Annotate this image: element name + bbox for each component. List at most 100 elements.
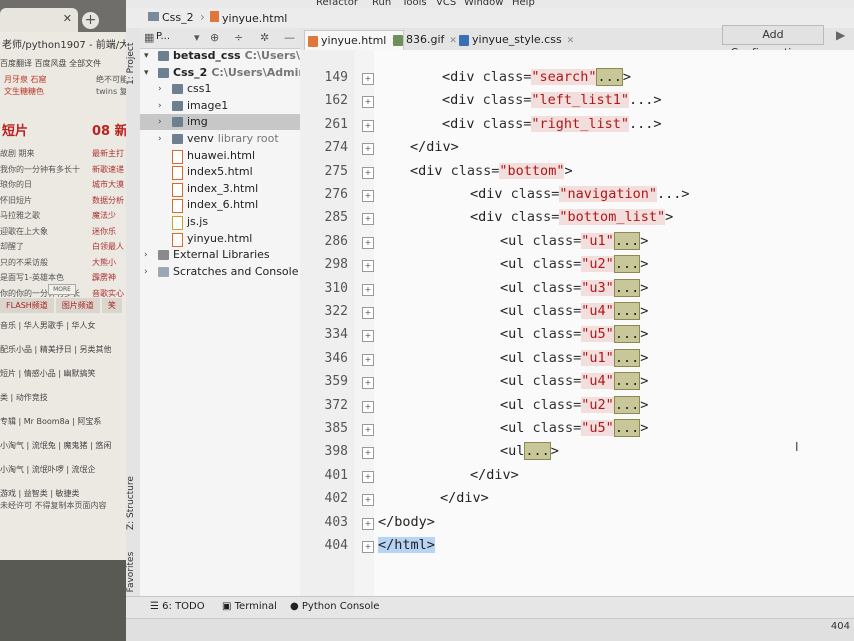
fold-toggle-icon[interactable]: +	[362, 517, 374, 530]
browser-list-item[interactable]: 怀旧短片 数据分析	[0, 195, 140, 211]
code-line[interactable]: <ul class="u1"...>	[500, 231, 648, 250]
browser-list-item-left[interactable]: 却醒了	[0, 242, 24, 251]
locate-file-icon[interactable]: ⊕	[210, 31, 219, 44]
browser-list-item-right[interactable]: 音歌实心	[92, 288, 124, 299]
browser-list-item-left[interactable]: 是面写1-英雄本色	[0, 273, 64, 282]
browser-list-item-left[interactable]: 故剧 期来	[0, 149, 35, 158]
close-tab-icon[interactable]: ✕	[63, 12, 72, 25]
chevron-down-icon[interactable]: ▾	[144, 65, 149, 81]
channel-tab[interactable]: FLASH频道	[0, 298, 54, 313]
menu-tools[interactable]: Tools	[402, 0, 427, 8]
breadcrumb-file[interactable]: yinyue.html	[210, 11, 287, 25]
settings-dropdown-icon[interactable]: ▾	[194, 31, 200, 44]
code-line[interactable]: <ul class="u1"...>	[500, 348, 648, 367]
code-line[interactable]: <ul class="u5"...>	[500, 325, 648, 344]
code-line[interactable]: <ul class="u2"...>	[500, 255, 648, 274]
browser-list-item[interactable]: 迎歌在上大象 迷你乐	[0, 226, 140, 242]
gear-icon[interactable]: ✲	[260, 31, 269, 44]
browser-list-item[interactable]: 故剧 期来 最新主打	[0, 148, 140, 164]
tree-item-betasd-css[interactable]: ▾ betasd_css C:\Users\	[140, 48, 300, 64]
menu-help[interactable]: Help	[512, 0, 535, 8]
browser-list-item-left[interactable]: 我你的一分钟有多长十	[0, 165, 80, 174]
code-line[interactable]: <ul class="u4"...>	[500, 302, 648, 320]
tree-item-index-6-html[interactable]: index_6.html	[140, 197, 300, 214]
code-line[interactable]: <ul...>	[500, 442, 559, 461]
tree-item-index5-html[interactable]: index5.html	[140, 164, 300, 181]
tree-item-image1[interactable]: › image1	[140, 98, 300, 114]
menu-run[interactable]: Run	[372, 0, 391, 8]
browser-category-row[interactable]: 短片 | 情感小品 | 幽默搞笑	[0, 368, 140, 379]
tree-item-venv[interactable]: › venv library root	[140, 131, 300, 147]
fold-toggle-icon[interactable]: +	[362, 73, 374, 85]
fold-toggle-icon[interactable]: +	[362, 353, 374, 366]
code-line[interactable]: </div>	[440, 490, 489, 506]
chevron-right-icon[interactable]: ›	[144, 247, 148, 263]
code-line[interactable]: <ul class="u3"...>	[500, 278, 648, 297]
browser-list-item-right[interactable]: 数据分析	[92, 195, 124, 206]
code-line[interactable]: <ul class="u4"...>	[500, 372, 648, 391]
fold-toggle-icon[interactable]: +	[362, 283, 374, 296]
folded-code-placeholder[interactable]: ...	[613, 419, 641, 437]
browser-list-item-left[interactable]: 马拉雅之歌	[0, 211, 40, 220]
chevron-right-icon[interactable]: ›	[158, 114, 162, 130]
code-line[interactable]: </html>	[378, 537, 435, 553]
folded-code-placeholder[interactable]: ...	[613, 302, 641, 320]
run-icon[interactable]: ▶	[836, 28, 845, 42]
fold-toggle-icon[interactable]: +	[362, 400, 374, 413]
browser-list-item-right[interactable]: 魔法少	[92, 210, 116, 221]
fold-toggle-icon[interactable]: +	[362, 143, 374, 156]
fold-toggle-icon[interactable]: +	[362, 119, 374, 132]
folded-code-placeholder[interactable]: ...	[524, 442, 551, 461]
todo-tool-button[interactable]: ☰ 6: TODO	[150, 601, 205, 612]
fold-toggle-icon[interactable]: +	[362, 236, 374, 249]
browser-category-row[interactable]: 游戏 | 益智类 | 敏捷类	[0, 488, 140, 499]
code-line[interactable]: <div class="navigation"...>	[470, 186, 689, 202]
tree-item-scratches-and-console[interactable]: › Scratches and Console	[140, 264, 300, 280]
fold-toggle-icon[interactable]: +	[362, 166, 374, 179]
browser-tab[interactable]: ✕	[0, 8, 78, 32]
browser-list-item-left[interactable]: 怀旧短片	[0, 196, 32, 205]
hide-panel-icon[interactable]: —	[284, 31, 295, 44]
fold-toggle-icon[interactable]: +	[362, 377, 374, 390]
editor-tab-yinyue-html[interactable]: yinyue.html✕	[304, 30, 404, 51]
browser-category-row[interactable]: 专辑 | Mr Boom8a | 阿宝系	[0, 416, 140, 427]
menu-refactor[interactable]: Refactor	[316, 0, 358, 8]
browser-list-item[interactable]: 我你的一分钟有多长十 新歌速递	[0, 164, 140, 180]
browser-address-bar[interactable]: 老师/python1907 - 前端/大作业	[0, 36, 140, 56]
add-configuration-button[interactable]: Add Configuration...	[722, 25, 824, 59]
browser-list-item-right[interactable]: 迷你乐	[92, 226, 116, 237]
editor-tab-yinyue-style-css[interactable]: yinyue_style.css ✕	[456, 30, 578, 50]
fold-toggle-icon[interactable]: +	[362, 307, 374, 319]
browser-category-row[interactable]: 小淘气 | 流氓卟啰 | 流氓企	[0, 464, 140, 475]
new-tab-icon[interactable]: +	[82, 12, 99, 29]
chevron-down-icon[interactable]: ▾	[144, 48, 149, 64]
chevron-right-icon[interactable]: ›	[158, 81, 162, 97]
code-line[interactable]: </body>	[378, 514, 435, 530]
fold-toggle-icon[interactable]: +	[362, 96, 374, 109]
channel-tab[interactable]: 图片频道	[55, 298, 100, 313]
code-line[interactable]: </div>	[470, 467, 519, 483]
chevron-right-icon[interactable]: ›	[144, 264, 148, 280]
code-line[interactable]: <div class="search"...>	[442, 68, 631, 86]
side-link-3[interactable]: 绝不可能	[96, 74, 128, 85]
folded-code-placeholder[interactable]: ...	[613, 325, 641, 344]
code-line[interactable]: <div class="bottom_list">	[470, 209, 673, 226]
tree-item-img[interactable]: › img	[140, 114, 300, 131]
browser-list-item[interactable]: 马拉雅之歌 魔法少	[0, 210, 140, 226]
folded-code-placeholder[interactable]: ...	[613, 255, 641, 274]
collapse-icon[interactable]: ÷	[234, 31, 243, 44]
tree-item-css1[interactable]: › css1	[140, 81, 300, 97]
terminal-tool-button[interactable]: ▣ Terminal	[222, 601, 277, 612]
browser-list-item-right[interactable]: 霹雳神	[92, 272, 116, 283]
tree-item-external-libraries[interactable]: › External Libraries	[140, 247, 300, 263]
more-button[interactable]: MORE	[48, 284, 76, 295]
menu-vcs[interactable]: VCS	[436, 0, 456, 8]
breadcrumb-project[interactable]: Css_2	[148, 11, 194, 24]
folded-code-placeholder[interactable]: ...	[613, 278, 641, 297]
code-line[interactable]: <div class="right_list"...>	[442, 115, 661, 132]
fold-toggle-icon[interactable]: +	[362, 470, 374, 483]
browser-category-row[interactable]: 类 | 动作竞技	[0, 392, 140, 403]
project-tool-tab[interactable]: 1: Project	[126, 34, 140, 94]
folded-code-placeholder[interactable]: ...	[613, 372, 641, 391]
side-link-4[interactable]: twins 复	[96, 86, 128, 97]
